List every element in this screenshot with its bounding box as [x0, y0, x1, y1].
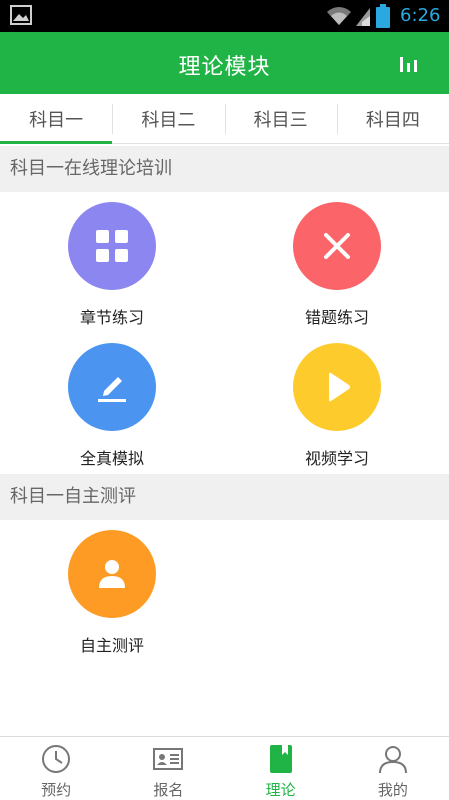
- mock-exam-button[interactable]: 全真模拟: [32, 343, 192, 469]
- tab-subject-4[interactable]: 科目四: [336, 94, 449, 143]
- signal-icon: [356, 8, 370, 26]
- bottom-navigation: 预约 报名 理论 我的: [0, 736, 449, 800]
- chapter-practice-circle: [68, 202, 156, 290]
- nav-item-profile[interactable]: 我的: [337, 737, 449, 800]
- wrong-questions-circle: [293, 202, 381, 290]
- play-icon: [329, 372, 350, 402]
- clock-icon: [42, 745, 71, 773]
- nav-item-theory[interactable]: 理论: [225, 737, 337, 800]
- tab-subject-2[interactable]: 科目二: [112, 94, 224, 143]
- tab-subject-1[interactable]: 科目一: [0, 94, 113, 144]
- wrong-questions-label: 错题练习: [304, 308, 369, 327]
- self-assessment-label: 自主测评: [79, 636, 144, 655]
- page-title: 理论模块: [178, 55, 271, 80]
- image-notification-icon: [10, 5, 32, 25]
- video-learning-button[interactable]: 视频学习: [257, 343, 417, 469]
- section-title-assessment: 科目一自主测评: [0, 474, 449, 520]
- status-bar: 6:26: [0, 0, 449, 32]
- person-icon: [99, 560, 125, 588]
- chapter-practice-button[interactable]: 章节练习: [32, 202, 192, 328]
- close-icon: [324, 233, 350, 259]
- id-card-icon: [153, 748, 184, 770]
- video-learning-circle: [293, 343, 381, 431]
- nav-label-register: 报名: [153, 781, 184, 799]
- bar-chart-icon[interactable]: [398, 54, 420, 74]
- book-icon: [269, 745, 292, 773]
- wifi-icon: [327, 7, 351, 25]
- self-assessment-button[interactable]: 自主测评: [32, 530, 192, 656]
- video-learning-label: 视频学习: [304, 449, 369, 468]
- nav-item-register[interactable]: 报名: [112, 737, 224, 800]
- section-title-training: 科目一在线理论培训: [0, 146, 449, 192]
- nav-item-booking[interactable]: 预约: [0, 737, 112, 800]
- nav-label-profile: 我的: [377, 781, 408, 799]
- pencil-icon: [98, 377, 126, 402]
- wrong-questions-button[interactable]: 错题练习: [257, 202, 417, 328]
- subject-tabs: 科目一 科目二 科目三 科目四: [0, 94, 449, 144]
- mock-exam-label: 全真模拟: [79, 449, 144, 468]
- clock-time: 6:26: [400, 5, 441, 26]
- app-header: 理论模块: [0, 32, 449, 94]
- grid-icon: [96, 230, 128, 262]
- mock-exam-circle: [68, 343, 156, 431]
- user-icon: [378, 746, 407, 774]
- chapter-practice-label: 章节练习: [79, 308, 144, 327]
- nav-label-theory: 理论: [265, 781, 296, 799]
- self-assessment-circle: [68, 530, 156, 618]
- battery-icon: [376, 4, 390, 28]
- nav-label-booking: 预约: [41, 781, 72, 799]
- tab-subject-3[interactable]: 科目三: [224, 94, 337, 143]
